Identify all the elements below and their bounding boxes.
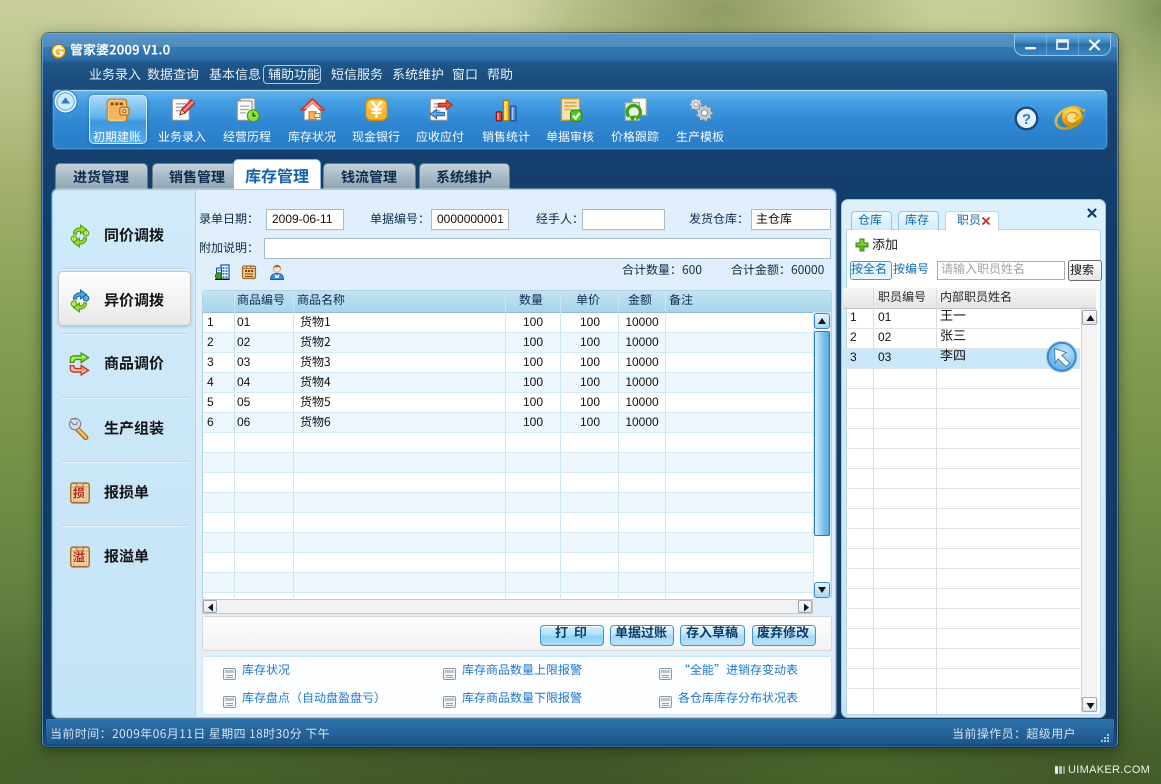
svg-text:?: ? <box>1022 111 1031 128</box>
